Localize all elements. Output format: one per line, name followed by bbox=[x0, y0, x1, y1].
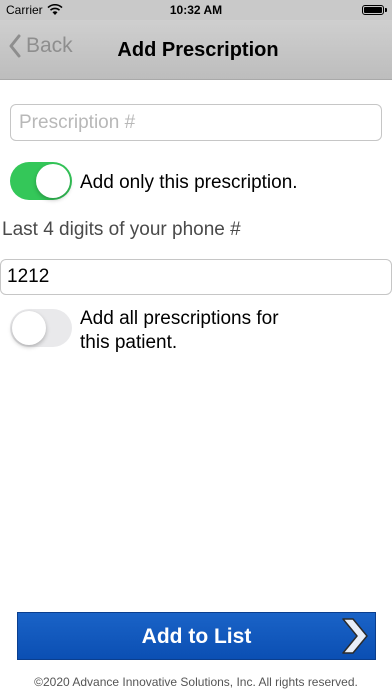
prescription-number-input[interactable] bbox=[10, 104, 382, 141]
copyright-footer: ©2020 Advance Innovative Solutions, Inc.… bbox=[34, 675, 358, 689]
add-only-this-toggle[interactable] bbox=[10, 162, 72, 200]
add-all-prescriptions-toggle[interactable] bbox=[10, 309, 72, 347]
chevron-right-icon bbox=[342, 618, 368, 654]
phone-digits-input[interactable] bbox=[0, 259, 392, 295]
status-time: 10:32 AM bbox=[169, 3, 223, 17]
toggle-knob bbox=[36, 164, 70, 198]
toggle-knob bbox=[12, 311, 46, 345]
phone-digits-label: Last 4 digits of your phone # bbox=[2, 219, 241, 240]
status-bar: Carrier 10:32 AM bbox=[0, 0, 392, 20]
add-to-list-button[interactable]: Add to List bbox=[17, 612, 376, 660]
add-to-list-label: Add to List bbox=[141, 625, 252, 648]
battery-icon bbox=[362, 5, 387, 15]
page-title: Add Prescription bbox=[117, 39, 279, 61]
add-all-label-line2: this patient. bbox=[80, 332, 178, 353]
nav-bar: Back Add Prescription bbox=[0, 20, 392, 80]
add-only-this-label: Add only this prescription. bbox=[80, 172, 298, 193]
add-all-label: Add all prescriptions for this patient. bbox=[80, 307, 279, 355]
add-all-label-line1: Add all prescriptions for bbox=[80, 308, 279, 329]
